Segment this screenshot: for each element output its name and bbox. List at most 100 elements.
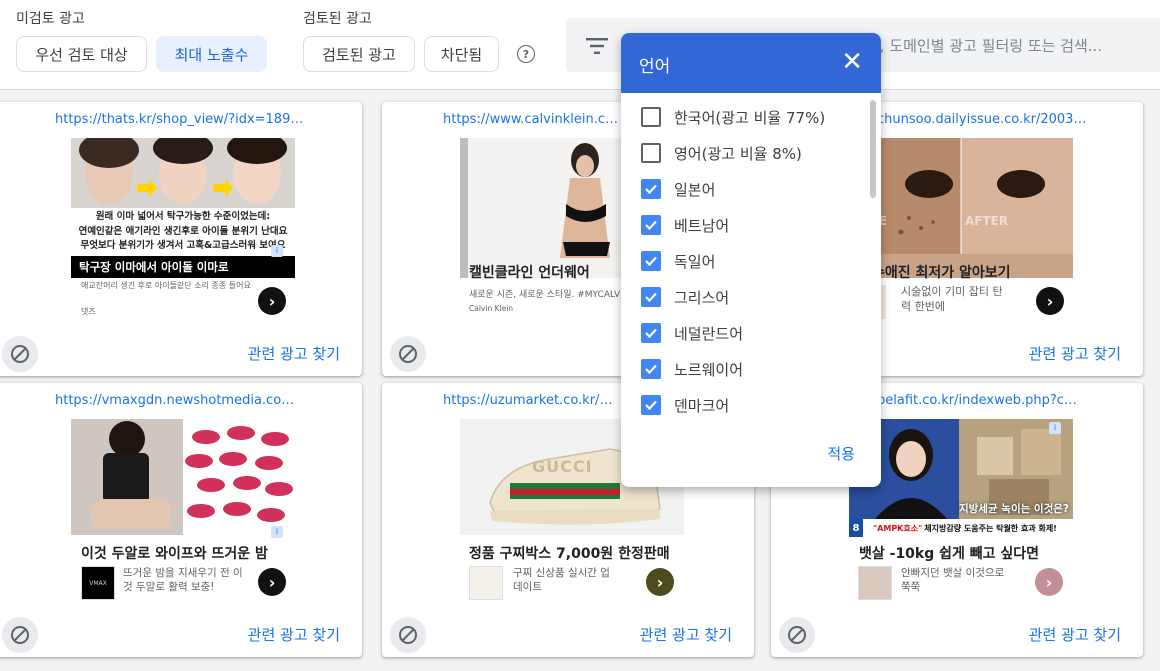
find-related-ads-link[interactable]: 관련 광고 찾기 <box>248 343 340 364</box>
ad-logo: VMAX <box>81 566 115 600</box>
close-icon[interactable]: ✕ <box>841 49 863 75</box>
ad-creative[interactable]: 원래 이마 넓어서 탁구가능한 수준이었는데: 연예인같은 애기라인 생긴후로 … <box>71 138 295 278</box>
block-button[interactable] <box>2 336 38 372</box>
ad-creative[interactable]: 지방세균 녹이는 이것은? 8 "AMPK효소" 체지방감량 도움주는 탁월한 … <box>849 419 1073 537</box>
ticker-number: 8 <box>852 522 860 534</box>
checkbox-icon[interactable] <box>641 251 661 271</box>
chevron-right-icon[interactable]: › <box>1036 287 1064 315</box>
block-icon <box>11 626 29 644</box>
ad-url[interactable]: belafit.co.kr/indexweb.php?cm_id... <box>877 393 1087 408</box>
ad-url[interactable]: https://thats.kr/shop_view/?idx=189&ut..… <box>55 112 305 127</box>
language-option[interactable]: 영어(광고 비율 8%) <box>641 139 802 167</box>
language-filter-menu: 언어 ✕ 한국어(광고 비율 77%) 영어(광고 비율 8%) 일본어 베트남… <box>621 33 881 487</box>
checkbox-icon[interactable] <box>641 215 661 235</box>
chevron-right-icon[interactable]: › <box>646 568 674 596</box>
adchoices-icon[interactable]: i <box>1049 422 1061 434</box>
checkbox-icon[interactable] <box>641 179 661 199</box>
ad-title: 이것 두알로 와이프와 뜨거운 밤 <box>81 546 268 562</box>
adchoices-icon[interactable]: i <box>271 245 283 257</box>
block-icon <box>399 626 417 644</box>
checkbox-icon[interactable] <box>641 359 661 379</box>
filter-icon[interactable] <box>586 38 608 54</box>
option-label: 노르웨이어 <box>674 360 744 379</box>
ad-url[interactable]: https://uzumarket.co.kr/produ <box>443 393 618 408</box>
search-input[interactable]: RL, 도메인별 광고 필터링 또는 검색... <box>861 35 1102 56</box>
option-label: 네덜란드어 <box>674 324 744 343</box>
language-option[interactable]: 그리스어 <box>641 283 729 311</box>
ad-image <box>71 138 295 278</box>
checkbox-icon[interactable] <box>641 107 661 127</box>
find-related-ads-link[interactable]: 관련 광고 찾기 <box>1029 343 1121 364</box>
ad-url[interactable]: https://vmaxgdn.newshotmedia.com/gn... <box>55 393 305 408</box>
ad-logo <box>469 566 503 600</box>
chevron-right-icon[interactable]: › <box>258 287 286 315</box>
ticker-text: 체지방감량 도움주는 탁월한 효과 화제! <box>924 523 1057 533</box>
blocked-chip[interactable]: 차단됨 <box>424 36 499 72</box>
block-icon <box>399 345 417 363</box>
help-icon[interactable]: ? <box>517 45 535 63</box>
ad-overlay-text: 지방세균 녹이는 이것은? <box>958 503 1069 515</box>
ad-url[interactable]: https://www.calvinklein.com/ <box>443 112 618 127</box>
ad-description: 시술없이 기미 잡티 탄력 한번에 <box>901 285 1003 313</box>
checkbox-icon[interactable] <box>641 395 661 415</box>
ad-advertiser: 댓즈 <box>81 307 96 316</box>
ad-headline: 연예인같은 애기라인 생긴후로 아이돌 분위기 난대요 <box>78 225 288 237</box>
ad-creative[interactable] <box>71 419 295 535</box>
ad-title: 정품 구찌박스 7,000원 한정판매 <box>469 546 670 562</box>
filter-bar: 미검토 광고 검토된 광고 우선 검토 대상 최대 노출수 검토된 광고 차단됨… <box>0 0 1160 90</box>
unreviewed-label: 미검토 광고 <box>16 11 85 27</box>
ad-card: https://vmaxgdn.newshotmedia.com/gn... i… <box>0 383 362 657</box>
reviewed-label: 검토된 광고 <box>303 11 372 27</box>
chevron-right-icon[interactable]: › <box>1035 568 1063 596</box>
block-button[interactable] <box>2 617 38 653</box>
language-option[interactable]: 노르웨이어 <box>641 355 743 383</box>
option-label: 일본어 <box>674 180 716 199</box>
option-label: 영어(광고 비율 8%) <box>674 144 802 163</box>
language-option[interactable]: 베트남어 <box>641 211 729 239</box>
option-label: 덴마크어 <box>674 396 730 415</box>
language-option[interactable]: 일본어 <box>641 175 715 203</box>
ad-description: 애교잔머리 생긴 후로 아이돌같단 소리 종종 들어요 <box>81 281 251 290</box>
checkbox-icon[interactable] <box>641 287 661 307</box>
ad-url[interactable]: chunsoo.dailyissue.co.kr/200312... <box>877 112 1087 127</box>
option-label: 그리스어 <box>674 288 730 307</box>
menu-header: 언어 ✕ <box>621 33 881 93</box>
checkbox-icon[interactable] <box>641 323 661 343</box>
ad-image <box>71 419 295 535</box>
find-related-ads-link[interactable]: 관련 광고 찾기 <box>640 624 732 645</box>
apply-button[interactable]: 적용 <box>827 443 855 464</box>
menu-title: 언어 <box>639 57 671 77</box>
ad-creative[interactable]: FORE AFTER <box>849 138 1073 278</box>
after-label: AFTER <box>965 214 1009 228</box>
ad-headline: 무엇보다 분위기가 생겨서 고혹&고급스러워 보여요 <box>80 240 286 251</box>
ad-description: 뜨거운 밤을 지새우기 전 이것 두알로 활력 보충! <box>123 567 243 593</box>
language-option[interactable]: 한국어(광고 비율 77%) <box>641 103 825 131</box>
scrollbar[interactable] <box>870 100 876 198</box>
block-button[interactable] <box>779 617 815 653</box>
ad-card: https://thats.kr/shop_view/?idx=189&ut..… <box>0 102 362 376</box>
option-label: 베트남어 <box>674 216 730 235</box>
chevron-right-icon[interactable]: › <box>258 568 286 596</box>
max-exposure-chip[interactable]: 최대 노출수 <box>156 36 267 72</box>
find-related-ads-link[interactable]: 관련 광고 찾기 <box>248 624 340 645</box>
ad-description: 구찌 신상품 실시간 업데이트 <box>513 567 610 593</box>
option-label: 한국어(광고 비율 77%) <box>674 108 826 127</box>
ad-headline: 원래 이마 넓어서 탁구가능한 수준이었는데: <box>95 211 271 222</box>
ad-description: 안빠지던 뱃살 이것으로 쭉쭉 <box>901 567 1005 593</box>
checkbox-icon[interactable] <box>641 143 661 163</box>
ad-title: 뱃살 -10kg 쉽게 빼고 싶다면 <box>859 546 1040 562</box>
priority-review-chip[interactable]: 우선 검토 대상 <box>16 36 147 72</box>
ad-brand-text: GUCCI <box>532 457 593 476</box>
block-button[interactable] <box>390 617 426 653</box>
reviewed-ads-chip[interactable]: 검토된 광고 <box>303 36 415 72</box>
ad-advertiser: Calvin Klein <box>469 304 514 313</box>
language-option[interactable]: 덴마크어 <box>641 391 729 419</box>
ad-caption: 탁구장 이마에서 아이돌 이마로 <box>79 260 229 274</box>
language-option[interactable]: 네덜란드어 <box>641 319 743 347</box>
ad-image <box>849 138 1073 254</box>
find-related-ads-link[interactable]: 관련 광고 찾기 <box>1029 624 1121 645</box>
block-button[interactable] <box>390 336 426 372</box>
ad-title: 캘빈클라인 언더웨어 <box>469 265 590 281</box>
language-option[interactable]: 독일어 <box>641 247 715 275</box>
adchoices-icon[interactable]: i <box>271 526 283 538</box>
